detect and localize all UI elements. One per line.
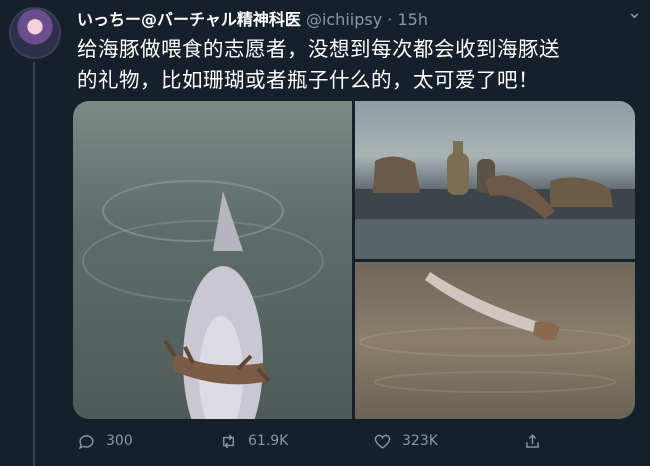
- avatar[interactable]: [9, 7, 61, 59]
- tweet-time[interactable]: 15h: [397, 10, 428, 29]
- share-button[interactable]: [523, 428, 552, 454]
- header-separator: ·: [387, 10, 393, 29]
- share-icon: [526, 433, 539, 448]
- reply-count: 300: [106, 433, 133, 449]
- tweet-text-line: 给海豚做喂食的志愿者，没想到每次都会收到海豚送: [77, 37, 560, 61]
- tweet-text: 给海豚做喂食的志愿者，没想到每次都会收到海豚送 的礼物，比如珊瑚或者瓶子什么的，…: [77, 34, 637, 96]
- gifts-on-pier-photo[interactable]: [355, 101, 635, 259]
- retweet-button[interactable]: 61.9K: [219, 428, 288, 454]
- retweet-count: 61.9K: [248, 433, 289, 449]
- reply-icon: [79, 434, 94, 449]
- like-button[interactable]: 323K: [373, 428, 438, 454]
- chevron-down-icon[interactable]: ⌄: [627, 2, 642, 23]
- heart-icon: [374, 434, 391, 449]
- author-name[interactable]: いっちー@バーチャル精神科医: [77, 10, 301, 29]
- author-handle[interactable]: @ichiipsy: [306, 10, 382, 29]
- tweet-actions: 300 61.9K 323K: [73, 428, 633, 454]
- dolphin-carrying-coral-photo[interactable]: [355, 262, 635, 419]
- retweet-icon: [223, 434, 234, 448]
- thread-line: [33, 62, 35, 466]
- tweet-header: いっちー@バーチャル精神科医 @ichiipsy · 15h: [77, 6, 428, 30]
- media-grid: [73, 101, 635, 419]
- dolphin-with-coral-photo[interactable]: [73, 101, 352, 419]
- tweet-text-line: 的礼物，比如珊瑚或者瓶子什么的，太可爱了吧！: [77, 68, 539, 92]
- reply-button[interactable]: 300: [77, 428, 133, 454]
- tweet[interactable]: いっちー@バーチャル精神科医 @ichiipsy · 15h ⌄ 给海豚做喂食的…: [0, 0, 650, 466]
- like-count: 323K: [402, 433, 438, 449]
